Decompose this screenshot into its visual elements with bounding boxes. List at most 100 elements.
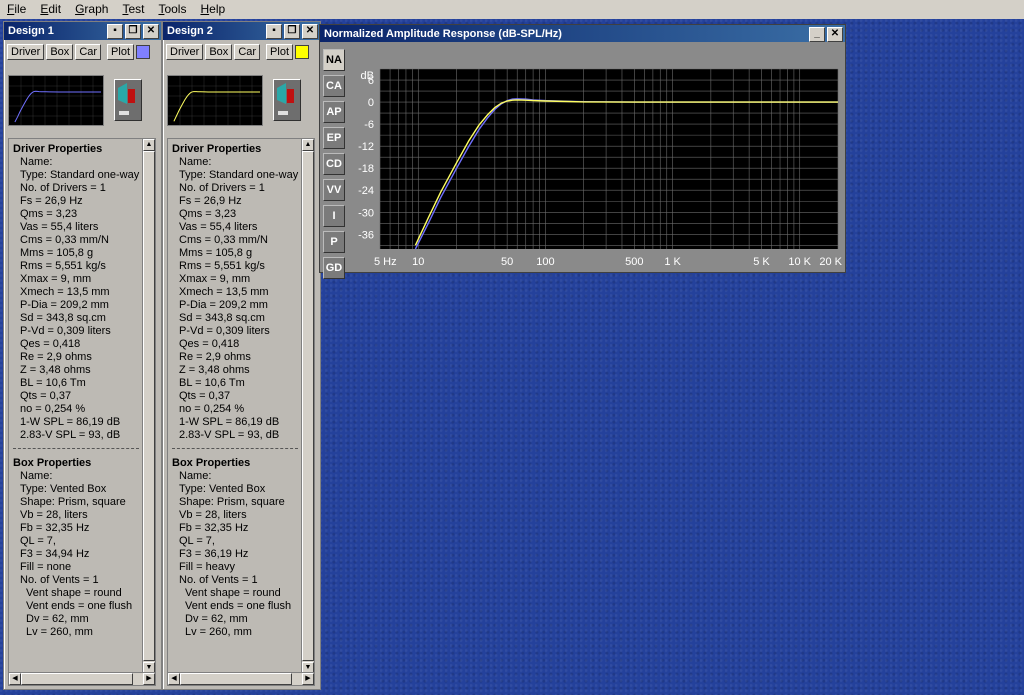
scroll-up-arrow-icon[interactable]: ▲	[302, 139, 314, 151]
property-line: Xmech = 13,5 mm	[179, 286, 269, 298]
design-1-title: Design 1	[8, 25, 54, 37]
menu-label-rest: est	[128, 2, 145, 16]
property-line: Fb = 32,35 Hz	[179, 522, 249, 534]
property-line: Sd = 343,8 sq.cm	[179, 312, 265, 324]
design-2-titlebar[interactable]: Design 2 ▪ ❐ ✕	[163, 22, 320, 40]
box-button[interactable]: Box	[205, 44, 233, 60]
property-line: Z = 3,48 ohms	[179, 364, 250, 376]
property-line: 2.83-V SPL = 93, dB	[20, 429, 121, 441]
vertical-scrollbar[interactable]: ▲ ▼	[142, 138, 156, 675]
property-line: Name:	[20, 470, 53, 482]
driver-properties-heading: Driver Properties	[13, 143, 103, 155]
scroll-thumb[interactable]	[302, 151, 314, 661]
property-line: Type: Vented Box	[179, 483, 266, 495]
property-line: Xmax = 9, mm	[179, 273, 251, 285]
property-line: Xmech = 13,5 mm	[20, 286, 110, 298]
menu-graph[interactable]: Graph	[68, 0, 115, 19]
property-line: Qms = 3,23	[20, 208, 78, 220]
tab-i[interactable]: I	[323, 205, 345, 227]
property-line: Cms = 0,33 mm/N	[179, 234, 268, 246]
close-icon[interactable]: ✕	[302, 24, 318, 39]
property-line: Re = 2,9 ohms	[179, 351, 251, 363]
tab-cd[interactable]: CD	[323, 153, 345, 175]
y-tick-label: -6	[364, 119, 374, 131]
scroll-up-arrow-icon[interactable]: ▲	[143, 139, 155, 151]
plot-area	[380, 69, 838, 249]
tab-ap[interactable]: AP	[323, 101, 345, 123]
close-icon[interactable]: ✕	[143, 24, 159, 39]
driver-button[interactable]: Driver	[166, 44, 204, 60]
speaker-box-icon[interactable]	[114, 79, 142, 121]
minimize-icon[interactable]: _	[809, 27, 825, 42]
box-button[interactable]: Box	[46, 44, 74, 60]
plot-button[interactable]: Plot	[266, 44, 294, 60]
menu-label-rest: elp	[209, 2, 226, 16]
design-1-titlebar[interactable]: Design 1 ▪ ❐ ✕	[4, 22, 161, 40]
graph-titlebar[interactable]: Normalized Amplitude Response (dB-SPL/Hz…	[320, 25, 845, 42]
property-line: Sd = 343,8 sq.cm	[20, 312, 106, 324]
property-line: Vb = 28, liters	[20, 509, 88, 521]
tab-ca[interactable]: CA	[323, 75, 345, 97]
tab-ep[interactable]: EP	[323, 127, 345, 149]
y-tick-label: -30	[358, 207, 374, 219]
menu-help[interactable]: Help	[193, 0, 232, 19]
tab-vv[interactable]: VV	[323, 179, 345, 201]
menu-file[interactable]: File	[0, 0, 33, 19]
property-line: Shape: Prism, square	[20, 496, 126, 508]
plot-color-swatch[interactable]	[136, 45, 151, 59]
amplitude-response-chart: 60-6-12-18-24-30-36dB5 Hz 10 50 100 500 1 K5 …	[358, 68, 842, 268]
driver-button[interactable]: Driver	[7, 44, 45, 60]
property-line: QL = 7,	[20, 535, 56, 547]
y-tick-label: -12	[358, 141, 374, 153]
graph-window: Normalized Amplitude Response (dB-SPL/Hz…	[319, 24, 846, 279]
plot-button[interactable]: Plot	[107, 44, 135, 60]
copy-icon[interactable]: ❐	[284, 24, 300, 39]
close-icon[interactable]: ✕	[827, 27, 843, 42]
property-line: BL = 10,6 Tm	[20, 377, 86, 389]
menu-label-rest: dit	[48, 2, 62, 16]
menu-test[interactable]: Test	[115, 0, 151, 19]
scroll-thumb[interactable]	[143, 151, 155, 661]
save-icon[interactable]: ▪	[266, 24, 282, 39]
design-2-title: Design 2	[167, 25, 213, 37]
property-line: 1-W SPL = 86,19 dB	[179, 416, 280, 428]
property-line: Qts = 0,37	[179, 390, 231, 402]
property-line: Dv = 62, mm	[26, 613, 89, 625]
tab-p[interactable]: P	[323, 231, 345, 253]
x-tick-label: 500	[625, 256, 643, 268]
scroll-left-arrow-icon[interactable]: ◀	[168, 673, 180, 685]
scroll-right-arrow-icon[interactable]: ▶	[302, 673, 314, 685]
car-button[interactable]: Car	[75, 44, 102, 60]
scroll-thumb[interactable]	[180, 673, 292, 685]
property-line: P-Vd = 0,309 liters	[20, 325, 111, 337]
response-preview-thumbnail	[167, 75, 263, 126]
vertical-scrollbar[interactable]: ▲ ▼	[301, 138, 315, 675]
horizontal-scrollbar[interactable]: ◀ ▶	[8, 672, 156, 686]
property-line: Vas = 55,4 liters	[179, 221, 258, 233]
property-line: Shape: Prism, square	[179, 496, 285, 508]
menu-tools[interactable]: Tools	[151, 0, 193, 19]
property-line: Qts = 0,37	[20, 390, 72, 402]
horizontal-scrollbar[interactable]: ◀ ▶	[167, 672, 315, 686]
menu-label-rest: raph	[84, 2, 109, 16]
plot-color-swatch[interactable]	[295, 45, 310, 59]
property-line: Fill = none	[20, 561, 72, 573]
property-line: Qes = 0,418	[20, 338, 81, 350]
property-line: Fb = 32,35 Hz	[20, 522, 90, 534]
tab-na[interactable]: NA	[323, 49, 345, 71]
scroll-left-arrow-icon[interactable]: ◀	[9, 673, 21, 685]
y-tick-label: -18	[358, 163, 374, 175]
scroll-thumb[interactable]	[21, 673, 133, 685]
property-line: No. of Vents = 1	[179, 574, 258, 586]
property-line: P-Dia = 209,2 mm	[179, 299, 268, 311]
tab-gd[interactable]: GD	[323, 257, 345, 279]
car-button[interactable]: Car	[234, 44, 261, 60]
speaker-box-icon[interactable]	[273, 79, 301, 121]
save-icon[interactable]: ▪	[107, 24, 123, 39]
property-line: Rms = 5,551 kg/s	[20, 260, 106, 272]
property-line: Fs = 26,9 Hz	[20, 195, 83, 207]
property-line: Dv = 62, mm	[185, 613, 248, 625]
scroll-right-arrow-icon[interactable]: ▶	[143, 673, 155, 685]
menu-edit[interactable]: Edit	[33, 0, 68, 19]
copy-icon[interactable]: ❐	[125, 24, 141, 39]
